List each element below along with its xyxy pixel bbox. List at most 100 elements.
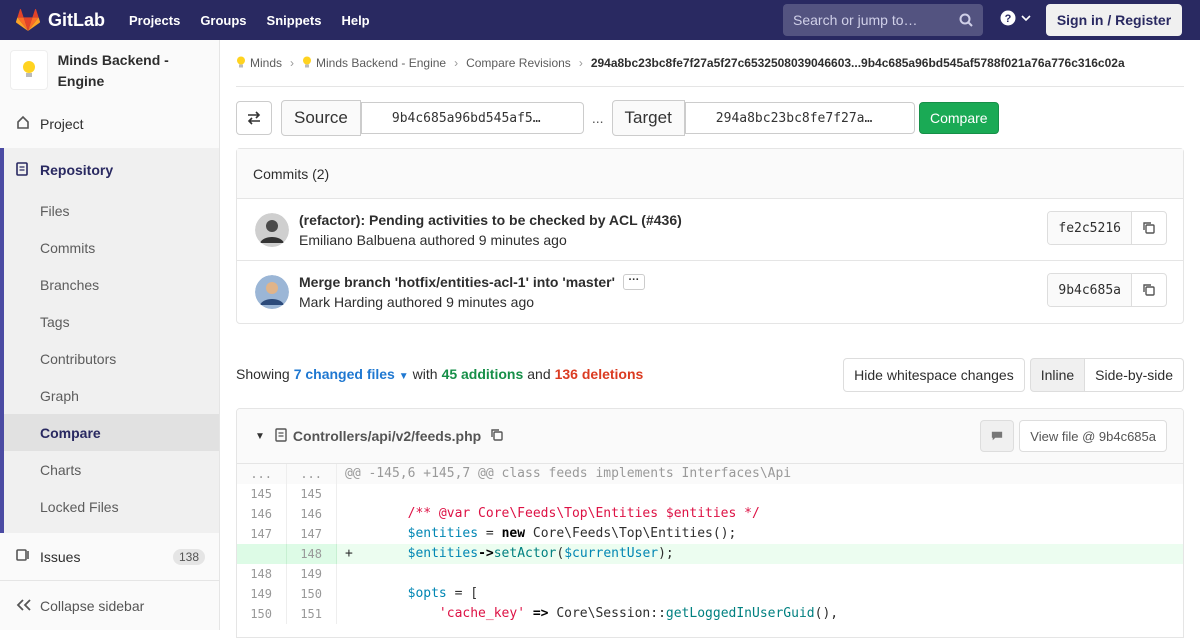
old-line-number[interactable]: ... — [237, 464, 287, 484]
chevron-right-icon: › — [290, 56, 295, 70]
svg-text:?: ? — [1005, 13, 1012, 25]
sidebar-item-tags[interactable]: Tags — [4, 303, 219, 340]
lightbulb-icon — [236, 56, 246, 71]
chevron-right-icon: › — [454, 56, 459, 70]
old-line-number[interactable]: 149 — [237, 584, 287, 604]
breadcrumb-project[interactable]: Minds Backend - Engine — [316, 56, 446, 70]
old-line-number[interactable]: 148 — [237, 564, 287, 584]
sidebar-item-files[interactable]: Files — [4, 192, 219, 229]
target-revision-dropdown[interactable]: 294a8bc23bc8fe7f27a… — [684, 102, 915, 134]
commits-header: Commits (2) — [237, 149, 1183, 199]
sidebar-item-issues[interactable]: Issues 138 — [0, 538, 219, 575]
side-by-side-button[interactable]: Side-by-side — [1085, 358, 1184, 392]
diff-stats: Showing 7 changed files ▼ with 45 additi… — [236, 358, 1184, 392]
new-line-number[interactable]: 145 — [287, 484, 337, 504]
nav-groups[interactable]: Groups — [200, 13, 246, 28]
document-icon — [16, 161, 32, 179]
new-line-number[interactable]: 150 — [287, 584, 337, 604]
copy-icon[interactable] — [1132, 212, 1166, 244]
new-line-number[interactable]: 149 — [287, 564, 337, 584]
collapse-sidebar-button[interactable]: Collapse sidebar — [0, 580, 219, 630]
author-avatar[interactable] — [255, 212, 289, 247]
old-line-number[interactable]: 147 — [237, 524, 287, 544]
old-line-number[interactable]: 146 — [237, 504, 287, 524]
double-chevron-left-icon — [16, 598, 32, 614]
sign-in-button[interactable]: Sign in / Register — [1046, 4, 1182, 36]
new-line-number[interactable]: 148 — [287, 544, 337, 564]
sidebar-item-label: Project — [40, 115, 84, 132]
additions-count: 45 additions — [441, 366, 524, 382]
diff-body: ...... @@ -145,6 +145,7 @@ class feeds im… — [237, 464, 1183, 624]
sidebar-item-branches[interactable]: Branches — [4, 266, 219, 303]
comment-icon[interactable] — [980, 420, 1015, 452]
sidebar-item-compare[interactable]: Compare — [4, 414, 219, 451]
sidebar-item-charts[interactable]: Charts — [4, 451, 219, 488]
help-dropdown[interactable]: ? — [1000, 10, 1031, 26]
sidebar-item-graph[interactable]: Graph — [4, 377, 219, 414]
file-actions: View file @ 9b4c685a — [980, 420, 1167, 452]
breadcrumb-current[interactable]: 294a8bc23bc8fe7f27a5f27c6532508039046603… — [591, 56, 1125, 70]
compare-button[interactable]: Compare — [918, 102, 999, 134]
new-line-number[interactable]: 147 — [287, 524, 337, 544]
commit-title[interactable]: (refactor): Pending activities to be che… — [299, 212, 682, 228]
swap-revisions-button[interactable] — [236, 101, 272, 135]
diff-file-header: ▼ Controllers/api/v2/feeds.php View file… — [237, 409, 1183, 464]
nav-projects[interactable]: Projects — [129, 13, 180, 28]
old-line-number[interactable]: 145 — [237, 484, 287, 504]
question-icon: ? — [1000, 10, 1016, 26]
top-navbar: GitLab Projects Groups Snippets Help Sea… — [0, 0, 1200, 40]
project-name: Minds Backend - Engine — [57, 52, 169, 89]
file-path[interactable]: Controllers/api/v2/feeds.php — [293, 428, 481, 444]
brand-name: GitLab — [48, 9, 105, 30]
commit-sha-group: fe2c5216 — [1047, 211, 1167, 245]
source-label: Source — [281, 100, 361, 136]
breadcrumb-minds[interactable]: Minds — [250, 56, 282, 70]
commit-title[interactable]: Merge branch 'hotfix/entities-acl-1' int… — [299, 274, 615, 290]
old-line-number[interactable] — [237, 544, 287, 564]
new-line-number[interactable]: 146 — [287, 504, 337, 524]
breadcrumb: Minds › Minds Backend - Engine › Compare… — [236, 40, 1184, 87]
author-avatar[interactable] — [255, 275, 289, 309]
target-label: Target — [611, 100, 685, 136]
changed-files-dropdown[interactable]: 7 changed files ▼ — [294, 366, 409, 382]
sidebar-item-locked-files[interactable]: Locked Files — [4, 488, 219, 525]
copy-icon[interactable] — [491, 428, 503, 444]
sidebar-item-commits[interactable]: Commits — [4, 229, 219, 266]
gitlab-logo[interactable]: GitLab — [16, 9, 105, 31]
lightbulb-icon — [302, 56, 312, 71]
commit-sha[interactable]: 9b4c685a — [1048, 274, 1132, 306]
hide-whitespace-button[interactable]: Hide whitespace changes — [843, 358, 1025, 392]
stats-and: and — [527, 366, 551, 382]
code-line: /** @var Core\Feeds\Top\Entities $entiti… — [345, 506, 760, 521]
search-input[interactable]: Search or jump to… — [783, 4, 983, 36]
breadcrumb-compare[interactable]: Compare Revisions — [466, 56, 571, 70]
sidebar-item-contributors[interactable]: Contributors — [4, 340, 219, 377]
commit-row: (refactor): Pending activities to be che… — [237, 199, 1183, 261]
issues-icon — [16, 548, 32, 565]
new-line-number[interactable]: ... — [287, 464, 337, 484]
caret-down-icon[interactable]: ▼ — [255, 431, 265, 442]
new-line-number[interactable]: 151 — [287, 604, 337, 624]
commit-sha[interactable]: fe2c5216 — [1048, 212, 1132, 244]
project-header[interactable]: Minds Backend - Engine — [0, 40, 219, 102]
caret-down-icon: ▼ — [398, 371, 409, 382]
sidebar-item-repository[interactable]: Repository — [4, 148, 219, 192]
inline-view-button[interactable]: Inline — [1029, 358, 1086, 392]
view-file-button[interactable]: View file @ 9b4c685a — [1019, 420, 1167, 452]
copy-icon[interactable] — [1132, 274, 1166, 306]
chevron-right-icon: › — [578, 56, 583, 70]
main-content: Minds › Minds Backend - Engine › Compare… — [236, 40, 1184, 638]
sidebar-item-project[interactable]: Project — [0, 105, 219, 142]
commit-sha-group: 9b4c685a — [1047, 273, 1167, 307]
old-line-number[interactable]: 150 — [237, 604, 287, 624]
stats-showing: Showing — [236, 366, 290, 382]
sidebar-item-label: Repository — [40, 162, 114, 178]
commits-panel: Commits (2) (refactor): Pending activiti… — [236, 148, 1184, 324]
source-revision-dropdown[interactable]: 9b4c685a96bd545af5… — [360, 102, 584, 134]
nav-help[interactable]: Help — [341, 13, 369, 28]
ellipsis-icon[interactable]: ··· — [622, 274, 645, 290]
project-avatar — [10, 50, 48, 90]
nav-snippets[interactable]: Snippets — [267, 13, 322, 28]
